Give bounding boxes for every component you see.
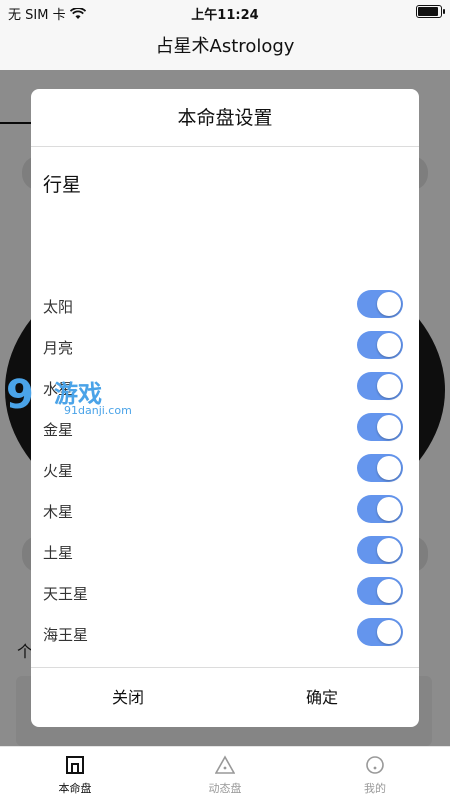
planet-label: 天王星 bbox=[43, 585, 89, 603]
planet-label: 土星 bbox=[43, 544, 74, 562]
jupiter-toggle[interactable] bbox=[357, 495, 403, 523]
tab-bar: 本命盘 动态盘 我的 bbox=[0, 746, 450, 800]
planet-label: 太阳 bbox=[43, 298, 74, 316]
planet-label: 海王星 bbox=[43, 626, 89, 644]
battery-icon bbox=[416, 5, 445, 18]
planet-row: 火星 bbox=[31, 452, 419, 492]
tab-natal-chart[interactable]: 本命盘 bbox=[0, 747, 150, 800]
saturn-toggle[interactable] bbox=[357, 536, 403, 564]
profile-icon bbox=[366, 756, 384, 774]
dialog-footer: 关闭 确定 bbox=[31, 667, 419, 727]
nav-title: 占星术Astrology bbox=[0, 24, 450, 70]
tab-label: 我的 bbox=[364, 782, 386, 795]
tab-label: 本命盘 bbox=[58, 782, 92, 795]
uranus-toggle[interactable] bbox=[357, 577, 403, 605]
mercury-toggle[interactable] bbox=[357, 372, 403, 400]
planet-label: 木星 bbox=[43, 503, 74, 521]
status-time: 上午11:24 bbox=[191, 8, 259, 23]
planet-label: 金星 bbox=[43, 421, 74, 439]
tab-label: 动态盘 bbox=[208, 782, 242, 795]
dialog-title: 本命盘设置 bbox=[31, 89, 419, 147]
planets-section-title: 行星 bbox=[43, 174, 82, 196]
neptune-toggle[interactable] bbox=[357, 618, 403, 646]
watermark-logo: 9 游戏 91danji.com bbox=[6, 372, 136, 422]
venus-toggle[interactable] bbox=[357, 413, 403, 441]
moon-toggle[interactable] bbox=[357, 331, 403, 359]
sun-toggle[interactable] bbox=[357, 290, 403, 318]
planet-row: 太阳 bbox=[31, 288, 419, 328]
planet-row: 海王星 bbox=[31, 616, 419, 656]
planet-row: 月亮 bbox=[31, 329, 419, 369]
watermark-digits: 9 bbox=[6, 372, 34, 418]
planet-row: 土星 bbox=[31, 534, 419, 574]
planet-row: 天王星 bbox=[31, 575, 419, 615]
tab-profile[interactable]: 我的 bbox=[300, 747, 450, 800]
watermark-subtitle: 91danji.com bbox=[64, 404, 132, 417]
planet-label: 月亮 bbox=[43, 339, 74, 357]
confirm-button[interactable]: 确定 bbox=[225, 668, 419, 727]
tab-transit-chart[interactable]: 动态盘 bbox=[150, 747, 300, 800]
triangle-icon bbox=[215, 755, 235, 774]
close-button[interactable]: 关闭 bbox=[31, 668, 225, 727]
mars-toggle[interactable] bbox=[357, 454, 403, 482]
home-icon bbox=[66, 756, 84, 774]
status-bar: 无 SIM 卡 上午11:24 bbox=[0, 0, 450, 24]
planet-row: 木星 bbox=[31, 493, 419, 533]
planet-label: 火星 bbox=[43, 462, 74, 480]
